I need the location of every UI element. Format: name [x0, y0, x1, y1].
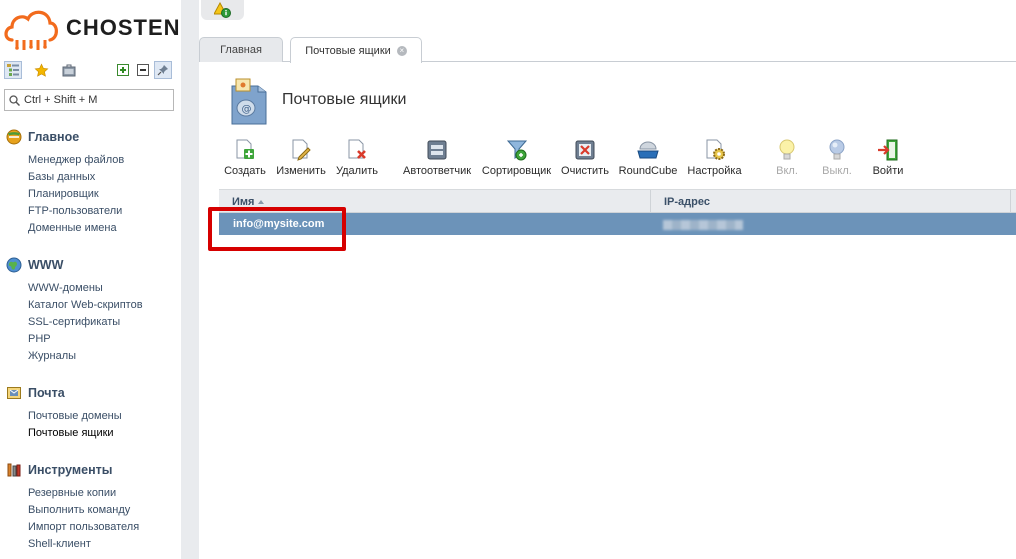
sidebar-section-tools-header[interactable]: Инструменты: [0, 461, 181, 479]
toolbar-label: Автоответчик: [403, 165, 472, 177]
sidebar-item-databases[interactable]: Базы данных: [0, 169, 181, 186]
sidebar-item-ssl-certificates[interactable]: SSL-сертификаты: [0, 314, 181, 331]
autoreply-button[interactable]: Автоответчик: [403, 138, 471, 182]
tab-bar: Главная Почтовые ящики ×: [199, 35, 1016, 63]
sidebar-item-backups[interactable]: Резервные копии: [0, 485, 181, 502]
settings-gear-icon: [706, 139, 725, 160]
sidebar-section-www-header[interactable]: WWW: [0, 256, 181, 274]
create-icon: [236, 139, 254, 159]
roundcube-icon: [637, 141, 659, 159]
sidebar-item-run-command[interactable]: Выполнить команду: [0, 502, 181, 519]
sidebar-section-www: WWW WWW-домены Каталог Web-скриптов SSL-…: [0, 256, 181, 365]
ip-address-cell-redacted: [663, 220, 743, 230]
toolbar-label: Изменить: [276, 165, 326, 177]
expand-all-icon[interactable]: [114, 61, 132, 79]
toolbar-label: Сортировщик: [481, 165, 552, 177]
sorter-button[interactable]: Сортировщик: [481, 138, 552, 182]
edit-icon: [292, 139, 311, 161]
tab-main[interactable]: Главная: [199, 37, 283, 62]
login-door-icon: [878, 139, 898, 161]
tab-label: Главная: [220, 44, 262, 56]
sort-ascending-icon: [258, 200, 265, 205]
sidebar-section-mail-header[interactable]: Почта: [0, 384, 181, 402]
tab-label: Почтовые ящики: [305, 44, 391, 57]
mail-icon: [7, 387, 21, 399]
roundcube-button[interactable]: RoundCube: [618, 138, 678, 182]
collapse-all-icon[interactable]: [134, 61, 152, 79]
sidebar-item-mail-domains[interactable]: Почтовые домены: [0, 408, 181, 425]
page-title: Почтовые ящики: [282, 91, 407, 108]
clear-mailbox-icon: [575, 140, 595, 160]
filter-sorter-icon: [506, 140, 527, 161]
toolbar-label: Создать: [224, 165, 266, 177]
sidebar-item-ftp-users[interactable]: FTP-пользователи: [0, 203, 181, 220]
cloud-logo-icon: [4, 10, 58, 50]
sidebar-section-title: Инструменты: [28, 463, 113, 477]
sidebar-item-domain-names[interactable]: Доменные имена: [0, 220, 181, 237]
close-icon[interactable]: ×: [396, 45, 407, 56]
mailbox-page-icon: @: [226, 76, 270, 126]
toolbar-label: Удалить: [336, 165, 378, 177]
sidebar-item-import-user[interactable]: Импорт пользователя: [0, 519, 181, 536]
www-globe-icon: [6, 257, 22, 273]
sidebar-section-title: WWW: [28, 258, 64, 272]
sidebar-item-file-manager[interactable]: Менеджер файлов: [0, 152, 181, 169]
brand-name: CHOSTEN: [66, 15, 181, 40]
toolbar-label: Войти: [872, 165, 904, 177]
menu-search[interactable]: [4, 89, 174, 111]
delete-button[interactable]: Удалить: [335, 138, 379, 182]
toolbar-label: Настройка: [687, 165, 742, 177]
logo[interactable]: CHOSTEN: [2, 6, 181, 50]
column-header-label: IP-адрес: [664, 196, 710, 208]
enable-button[interactable]: Вкл.: [773, 138, 801, 182]
sidebar-section-mail: Почта Почтовые домены Почтовые ящики: [0, 384, 181, 442]
search-icon: [9, 94, 20, 106]
sidebar-section-title: Главное: [28, 130, 80, 144]
svg-text:@: @: [242, 104, 252, 115]
tree-view-icon[interactable]: [4, 61, 22, 79]
column-header-ip[interactable]: IP-адрес: [651, 190, 1011, 213]
sidebar-item-www-domains[interactable]: WWW-домены: [0, 280, 181, 297]
clear-button[interactable]: Очистить: [560, 138, 610, 182]
search-input[interactable]: [24, 94, 164, 106]
sidebar-item-scheduler[interactable]: Планировщик: [0, 186, 181, 203]
lightbulb-on-icon: [779, 139, 795, 160]
warning-info-icon: [213, 2, 231, 18]
sidebar-section-main-header[interactable]: Главное: [0, 128, 181, 146]
lightbulb-off-icon: [829, 139, 845, 160]
toolbar-label: Очистить: [561, 165, 609, 177]
autoreply-icon: [427, 140, 447, 160]
sidebar-item-web-scripts[interactable]: Каталог Web-скриптов: [0, 297, 181, 314]
edit-button[interactable]: Изменить: [275, 138, 327, 182]
create-button[interactable]: Создать: [224, 138, 266, 182]
sidebar-section-main: Главное Менеджер файлов Базы данных План…: [0, 128, 181, 237]
tab-mailboxes[interactable]: Почтовые ящики ×: [290, 37, 422, 63]
briefcase-icon[interactable]: [60, 61, 78, 79]
tools-icon: [7, 463, 21, 477]
settings-button[interactable]: Настройка: [687, 138, 742, 182]
sidebar-section-title: Почта: [28, 386, 65, 400]
sidebar-item-shell-client[interactable]: Shell-клиент: [0, 536, 181, 553]
sidebar-item-mailboxes[interactable]: Почтовые ящики: [0, 425, 181, 442]
sidebar-item-php[interactable]: PHP: [0, 331, 181, 348]
disable-button[interactable]: Выкл.: [821, 138, 853, 182]
sidebar-toolbar: [4, 61, 176, 81]
toolbar-label: Выкл.: [822, 165, 852, 177]
sidebar-item-logs[interactable]: Журналы: [0, 348, 181, 365]
delete-icon: [348, 139, 366, 159]
toolbar-label: RoundCube: [618, 165, 678, 177]
notifications-button[interactable]: [201, 0, 244, 20]
sidebar-section-tools: Инструменты Резервные копии Выполнить ко…: [0, 461, 181, 553]
pin-icon[interactable]: [154, 61, 172, 79]
globe-home-icon: [6, 129, 22, 145]
sidebar: CHOSTEN Главное Менеджер файло: [0, 0, 181, 559]
favorites-star-icon[interactable]: [32, 61, 50, 79]
sidebar-splitter[interactable]: [181, 0, 199, 559]
highlight-annotation: [208, 207, 346, 251]
login-button[interactable]: Войти: [871, 138, 905, 182]
toolbar-label: Вкл.: [776, 165, 798, 177]
